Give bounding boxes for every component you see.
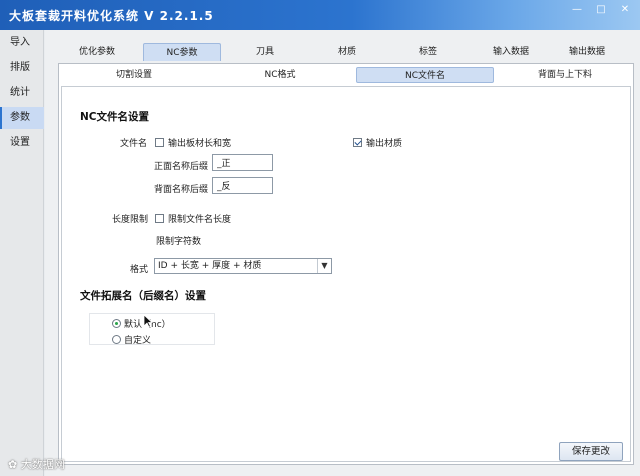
tab-labels[interactable]: 标签 — [398, 43, 458, 61]
sidebar-item-settings[interactable]: 设置 — [0, 132, 44, 154]
tab-cutting-settings[interactable]: 切割设置 — [69, 67, 199, 83]
output-size-option[interactable]: 输出板材长和宽 — [155, 136, 231, 149]
custom-extension-label: 自定义 — [124, 336, 152, 346]
front-suffix-input[interactable] — [212, 154, 273, 171]
nc-params-panel: 切割设置 NC格式 NC文件名 背面与上下料 NC文件名设置 文件名 输出板材长… — [58, 63, 634, 465]
default-extension-option[interactable]: 默认（nc） — [112, 317, 171, 330]
section-title-nc-filename: NC文件名设置 — [80, 111, 149, 123]
output-material-checkbox[interactable] — [353, 138, 362, 147]
tab-nc-format[interactable]: NC格式 — [215, 67, 345, 83]
limit-chars-label: 限制字符数 — [156, 237, 202, 247]
sidebar-item-import[interactable]: 导入 — [0, 32, 44, 54]
custom-extension-radio[interactable] — [112, 335, 121, 344]
main-area: 优化参数 NC参数 刀具 材质 标签 输入数据 输出数据 切割设置 NC格式 N… — [45, 30, 640, 476]
tab-optimize-params[interactable]: 优化参数 — [67, 43, 127, 61]
sidebar-item-parameters[interactable]: 参数 — [0, 107, 44, 129]
chevron-down-icon[interactable]: ▼ — [317, 259, 331, 273]
main-tab-bar: 优化参数 NC参数 刀具 材质 标签 输入数据 输出数据 — [55, 43, 625, 61]
title-bar: 大板套裁开料优化系统 V 2.2.1.5 — □ ✕ — [0, 0, 640, 30]
tab-output-data[interactable]: 输出数据 — [555, 43, 619, 61]
filename-label: 文件名 — [120, 139, 148, 149]
length-limit-label: 长度限制 — [112, 215, 149, 225]
tab-nc-filename[interactable]: NC文件名 — [356, 67, 494, 83]
maximize-button[interactable]: □ — [590, 2, 612, 18]
watermark-text: 大数据网 — [20, 458, 65, 471]
minimize-button[interactable]: — — [566, 2, 588, 18]
custom-extension-option[interactable]: 自定义 — [112, 333, 151, 346]
format-label: 格式 — [130, 265, 149, 275]
tab-tools[interactable]: 刀具 — [235, 43, 295, 61]
close-button[interactable]: ✕ — [614, 2, 636, 18]
back-suffix-label: 背面名称后缀 — [154, 185, 209, 195]
output-material-label: 输出材质 — [366, 139, 403, 149]
app-title: 大板套裁开料优化系统 V 2.2.1.5 — [9, 9, 214, 23]
back-suffix-input[interactable] — [212, 177, 273, 194]
sidebar-item-statistics[interactable]: 统计 — [0, 82, 44, 104]
save-changes-button[interactable]: 保存更改 — [559, 442, 623, 461]
limit-length-label: 限制文件名长度 — [168, 215, 232, 225]
watermark: ✿ 大数据网 — [8, 456, 65, 472]
front-suffix-label: 正面名称后缀 — [154, 162, 209, 172]
sidebar: 导入 排版 统计 参数 设置 — [0, 30, 44, 476]
limit-length-option[interactable]: 限制文件名长度 — [155, 212, 231, 225]
tab-back-loading[interactable]: 背面与上下料 — [505, 67, 625, 83]
default-extension-radio[interactable] — [112, 319, 121, 328]
format-select[interactable]: ID + 长宽 + 厚度 + 材质 ▼ — [154, 258, 332, 274]
tab-material[interactable]: 材质 — [317, 43, 377, 61]
format-select-value: ID + 长宽 + 厚度 + 材质 — [158, 261, 262, 271]
tab-nc-params[interactable]: NC参数 — [143, 43, 221, 61]
tab-input-data[interactable]: 输入数据 — [479, 43, 543, 61]
sidebar-item-layout[interactable]: 排版 — [0, 57, 44, 79]
sub-tab-bar: 切割设置 NC格式 NC文件名 背面与上下料 — [59, 67, 633, 83]
output-size-label: 输出板材长和宽 — [168, 139, 232, 149]
output-size-checkbox[interactable] — [155, 138, 164, 147]
mouse-cursor-icon — [143, 314, 153, 328]
section-title-extension: 文件拓展名（后缀名）设置 — [80, 290, 206, 302]
limit-length-checkbox[interactable] — [155, 214, 164, 223]
output-material-option[interactable]: 输出材质 — [353, 136, 402, 149]
nc-filename-panel: NC文件名设置 文件名 输出板材长和宽 输出材质 正面名称后缀 背面名称后缀 长… — [61, 86, 631, 462]
watermark-logo-icon: ✿ — [8, 458, 21, 471]
